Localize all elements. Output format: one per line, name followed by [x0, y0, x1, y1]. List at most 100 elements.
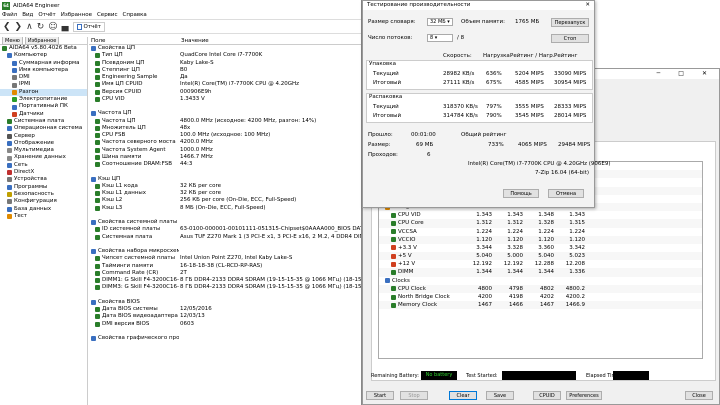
tree-item[interactable]: Портативный ПК	[0, 103, 87, 110]
report-button[interactable]: Отчёт	[72, 21, 105, 32]
property-row[interactable]: Псевдоним ЦП Kaby Lake-S	[89, 60, 361, 67]
tree-item[interactable]: Программы	[0, 184, 87, 191]
property-row[interactable]: Частота северного моста 4200.0 MHz	[89, 139, 361, 146]
sensor-row[interactable]: Clocks	[379, 277, 702, 285]
refresh-icon[interactable]: ↻	[37, 21, 45, 33]
user-icon[interactable]: ☺	[48, 21, 57, 33]
property-row[interactable]: Степпинг ЦП B0	[89, 67, 361, 74]
forward-arrow-icon[interactable]: ❯	[15, 21, 23, 33]
cancel-button[interactable]: Отмена	[548, 189, 584, 198]
nav-tab[interactable]: Избранное	[24, 37, 60, 45]
threads-select[interactable]: 8 ▾	[427, 34, 453, 42]
tree-item[interactable]: Датчики	[0, 111, 87, 118]
tree-item[interactable]: Сервер	[0, 133, 87, 140]
property-row[interactable]: DIMM1: G Skill F4-3200C16-... 8 ГБ DDR4-2…	[89, 277, 361, 284]
sensor-row[interactable]: DIMM 1.344 1.344 1.344 1.336	[379, 268, 702, 277]
property-row[interactable]: Чипсет системной платы Intel Union Point …	[89, 255, 361, 262]
section-header[interactable]: Частота ЦП	[89, 110, 361, 117]
stop-button[interactable]: Stop	[400, 391, 428, 400]
sensor-row[interactable]: +12 V 12.192 12.192 12.288 12.208	[379, 260, 702, 268]
column-value-header[interactable]: Значение	[179, 37, 209, 44]
sensor-row[interactable]: North Bridge Clock 4200 4198 4202 4200.2	[379, 293, 702, 301]
section-header[interactable]: Свойства системной платы	[89, 219, 361, 226]
sensor-row[interactable]: CPU Clock 4800 4798 4802 4800.2	[379, 284, 702, 293]
dict-size-select[interactable]: 32 МБ ▾	[427, 18, 453, 26]
minimize-icon[interactable]: ─	[657, 69, 661, 79]
chart-icon[interactable]: ▄	[62, 21, 69, 33]
property-row[interactable]: Шина памяти 1466.7 MHz	[89, 154, 361, 161]
property-row[interactable]: Множитель ЦП 48x	[89, 125, 361, 132]
menu-item[interactable]: Сервис	[97, 12, 118, 18]
menu-item[interactable]: Отчёт	[38, 12, 55, 18]
property-row[interactable]: Имя ЦП CPUID Intel(R) Core(TM) i7-7700K C…	[89, 81, 361, 88]
property-row[interactable]: Кэш L1 кода 32 КБ per core	[89, 183, 361, 190]
property-row[interactable]: Кэш L1 данных 32 КБ per core	[89, 190, 361, 197]
tree-item[interactable]: Операционная система	[0, 125, 87, 132]
tree-item[interactable]: База данных	[0, 206, 87, 213]
property-row[interactable]: Кэш L3 8 МБ (On-Die, ECC, Full-Speed)	[89, 205, 361, 212]
property-row[interactable]: Дата BIOS системы 12/05/2016	[89, 306, 361, 313]
property-row[interactable]	[89, 168, 361, 175]
property-row[interactable]: Engineering Sample Да	[89, 74, 361, 81]
property-row[interactable]: Частота ЦП 4800.0 MHz (исходное: 4200 MHz…	[89, 118, 361, 125]
property-row[interactable]	[89, 241, 361, 248]
property-row[interactable]	[89, 103, 361, 110]
up-arrow-icon[interactable]: ∧	[26, 21, 33, 33]
tree-item[interactable]: Хранение данных	[0, 154, 87, 161]
sensor-row[interactable]: Memory Clock 1467 1466 1467 1466.9	[379, 301, 702, 310]
property-row[interactable]: CPU VID 1.3433 V	[89, 96, 361, 103]
tree-item[interactable]: Компьютер	[0, 52, 87, 59]
tree-item[interactable]: Устройства	[0, 176, 87, 183]
sensor-row[interactable]: CPU VID 1.343 1.343 1.348 1.343	[379, 211, 702, 219]
cpuid-button[interactable]: CPUID	[533, 391, 561, 400]
save-button[interactable]: Save	[486, 391, 514, 400]
preferences-button[interactable]: Preferences	[566, 391, 602, 400]
tree-item[interactable]: Тест	[0, 213, 87, 220]
nav-tab[interactable]: Меню	[2, 37, 23, 45]
property-row[interactable]	[89, 292, 361, 299]
property-row[interactable]: Кэш L2 256 КБ per core (On-Die, ECC, Full…	[89, 197, 361, 204]
maximize-icon[interactable]: □	[678, 69, 684, 79]
tree-item[interactable]: IPMI	[0, 81, 87, 88]
back-arrow-icon[interactable]: ❮	[3, 21, 11, 33]
property-row[interactable]: Дата BIOS видеоадаптера 12/03/13	[89, 313, 361, 320]
sensor-row[interactable]: +5 V 5.040 5.000 5.040 5.023	[379, 252, 702, 261]
menu-item[interactable]: Избранное	[61, 12, 92, 18]
property-row[interactable]: Соотношение DRAM:FSB 44:3	[89, 161, 361, 168]
sensor-row[interactable]: VCCIO 1.120 1.120 1.120 1.120	[379, 235, 702, 244]
section-header[interactable]: Свойства BIOS	[89, 299, 361, 306]
section-header[interactable]: Свойства набора микросхем	[89, 248, 361, 255]
tree-item[interactable]: Безопасность	[0, 191, 87, 198]
tree-item[interactable]: Суммарная информа	[0, 60, 87, 67]
tree-item[interactable]: Отображение	[0, 140, 87, 147]
sensor-row[interactable]: CPU Core 1.312 1.312 1.328 1.315	[379, 219, 702, 228]
property-row[interactable]: Тип ЦП QuadCore Intel Core i7-7700K	[89, 52, 361, 59]
tree-item[interactable]: Системная плата	[0, 118, 87, 125]
close-button[interactable]: Close	[685, 391, 713, 400]
tree-item[interactable]: Имя компьютера	[0, 67, 87, 74]
tree-item[interactable]: Конфигурация	[0, 198, 87, 205]
property-row[interactable]	[89, 212, 361, 219]
property-row[interactable]: Системная плата Asus TUF Z270 Mark 1 (3 P…	[89, 234, 361, 241]
property-row[interactable]: Частота System Agent 1000.0 MHz	[89, 147, 361, 154]
tree-item[interactable]: Разгон	[0, 88, 87, 97]
property-row[interactable]	[89, 328, 361, 335]
tree-item[interactable]: DMI	[0, 74, 87, 81]
tree-item[interactable]: Сеть	[0, 162, 87, 169]
benchmark-close-icon[interactable]: ✕	[585, 1, 594, 10]
sensor-row[interactable]: +3.3 V 3.344 3.328 3.360 3.342	[379, 244, 702, 252]
menu-item[interactable]: Вид	[22, 12, 33, 18]
help-button[interactable]: Помощь	[503, 189, 539, 198]
property-row[interactable]: CPU FSB 100.0 MHz (исходное: 100 MHz)	[89, 132, 361, 139]
stop-bench-button[interactable]: Стоп	[551, 34, 589, 43]
property-row[interactable]: DMI версия BIOS 0603	[89, 321, 361, 328]
close-icon[interactable]: ✕	[702, 69, 707, 79]
column-field-header[interactable]: Поле	[89, 37, 179, 44]
tree-item[interactable]: AIDA64 v5.80.4026 Beta	[0, 45, 87, 52]
section-header[interactable]: Свойства ЦП	[89, 45, 361, 52]
property-row[interactable]: Тайминги памяти 16-18-18-38 (CL-RCD-RP-RA…	[89, 263, 361, 270]
property-row[interactable]: ID системной платы 63-0100-000001-0010111…	[89, 226, 361, 233]
section-header[interactable]: Свойства графического процесс...	[89, 335, 361, 342]
start-button[interactable]: Start	[366, 391, 394, 400]
restart-button[interactable]: Перезапуск	[551, 18, 589, 27]
